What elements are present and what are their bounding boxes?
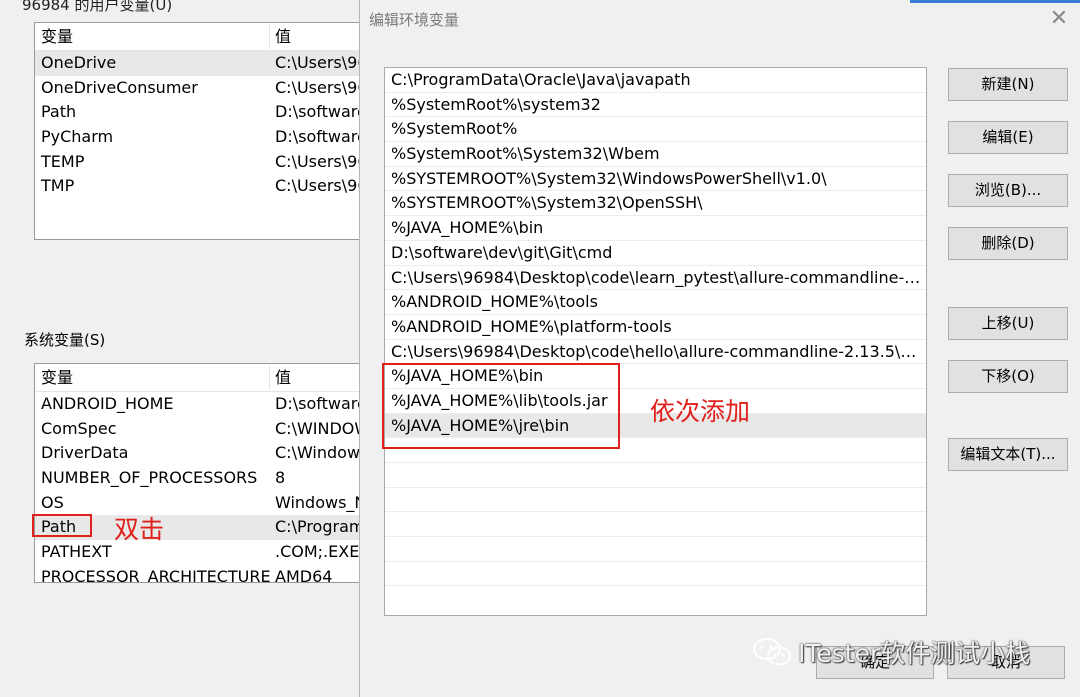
user-variables-list[interactable]: 变量 值 OneDrive C:\Users\96 OneDriveConsume… [34, 22, 364, 240]
list-item[interactable]: C:\Users\96984\Desktop\code\hello\allure… [385, 340, 926, 365]
edit-text-button[interactable]: 编辑文本(T)... [948, 438, 1068, 471]
browse-button[interactable]: 浏览(B)... [948, 174, 1068, 207]
list-item-empty[interactable] [385, 512, 926, 538]
double-click-annotation: 双击 [114, 515, 165, 544]
add-in-order-annotation: 依次添加 [650, 397, 751, 426]
table-row[interactable]: OneDriveConsumer C:\Users\96 [35, 76, 363, 101]
environment-variables-dialog: 96984 的用户变量(U) 变量 值 OneDrive C:\Users\96 … [0, 0, 364, 697]
new-button[interactable]: 新建(N) [948, 68, 1068, 101]
table-row[interactable]: PATHEXT .COM;.EXE; [35, 540, 363, 565]
table-row[interactable]: ComSpec C:\WINDOW [35, 417, 363, 442]
column-header-variable[interactable]: 变量 [41, 364, 73, 392]
list-item[interactable]: %SYSTEMROOT%\System32\WindowsPowerShell\… [385, 167, 926, 192]
watermark-text: ITester软件测试小栈 [798, 639, 1031, 668]
table-row[interactable]: PyCharm D:\software [35, 125, 363, 150]
list-item[interactable]: %JAVA_HOME%\bin [385, 216, 926, 241]
close-icon[interactable]: ✕ [1046, 6, 1072, 31]
delete-button[interactable]: 删除(D) [948, 227, 1068, 260]
list-item[interactable]: %ANDROID_HOME%\tools [385, 290, 926, 315]
user-vars-group-label: 96984 的用户变量(U) [22, 0, 173, 14]
table-row[interactable]: DriverData C:\Window [35, 441, 363, 466]
table-row[interactable]: NUMBER_OF_PROCESSORS 8 [35, 466, 363, 491]
column-header-variable[interactable]: 变量 [41, 23, 73, 51]
table-row[interactable]: TEMP C:\Users\96 [35, 150, 363, 175]
table-row[interactable]: TMP C:\Users\96 [35, 174, 363, 199]
added-entries-highlight-box [382, 363, 620, 449]
table-row[interactable]: OS Windows_N [35, 491, 363, 516]
column-header-value[interactable]: 值 [275, 364, 291, 392]
list-item[interactable]: %ANDROID_HOME%\platform-tools [385, 315, 926, 340]
list-item[interactable]: %SystemRoot%\system32 [385, 93, 926, 118]
wechat-icon [753, 638, 791, 666]
column-header-value[interactable]: 值 [275, 23, 291, 51]
list-item[interactable]: C:\Users\96984\Desktop\code\learn_pytest… [385, 266, 926, 291]
move-up-button[interactable]: 上移(U) [948, 307, 1068, 340]
path-entries-list[interactable]: C:\ProgramData\Oracle\Java\javapath %Sys… [384, 67, 927, 616]
table-row[interactable]: Path D:\software [35, 100, 363, 125]
user-vars-header: 变量 值 [35, 23, 363, 51]
list-item-empty[interactable] [385, 562, 926, 587]
list-item[interactable]: C:\ProgramData\Oracle\Java\javapath [385, 68, 926, 93]
sys-vars-header: 变量 值 [35, 364, 363, 392]
list-item[interactable]: %SystemRoot% [385, 117, 926, 143]
table-row[interactable]: OneDrive C:\Users\96 [35, 51, 363, 76]
list-item[interactable]: %SYSTEMROOT%\System32\OpenSSH\ [385, 191, 926, 217]
list-item-empty[interactable] [385, 537, 926, 562]
table-row[interactable]: ANDROID_HOME D:\software [35, 392, 363, 417]
watermark: ITester软件测试小栈 [752, 632, 1030, 672]
edit-button[interactable]: 编辑(E) [948, 121, 1068, 154]
system-variables-list[interactable]: 变量 值 ANDROID_HOME D:\software ComSpec C:\W… [34, 363, 364, 583]
list-item-empty[interactable] [385, 463, 926, 488]
list-item[interactable]: %SystemRoot%\System32\Wbem [385, 142, 926, 167]
list-item[interactable]: D:\software\dev\git\Git\cmd [385, 241, 926, 266]
path-highlight-box [32, 514, 92, 537]
table-row[interactable]: PROCESSOR_ARCHITECTURE AMD64 [35, 565, 363, 582]
move-down-button[interactable]: 下移(O) [948, 360, 1068, 393]
dialog-title: 编辑环境变量 [369, 11, 460, 29]
list-item-empty[interactable] [385, 488, 926, 513]
accent-strip [910, 0, 1080, 3]
edit-environment-variable-dialog: 编辑环境变量 ✕ C:\ProgramData\Oracle\Java\java… [359, 0, 1080, 697]
system-vars-group-label: 系统变量(S) [24, 331, 106, 349]
